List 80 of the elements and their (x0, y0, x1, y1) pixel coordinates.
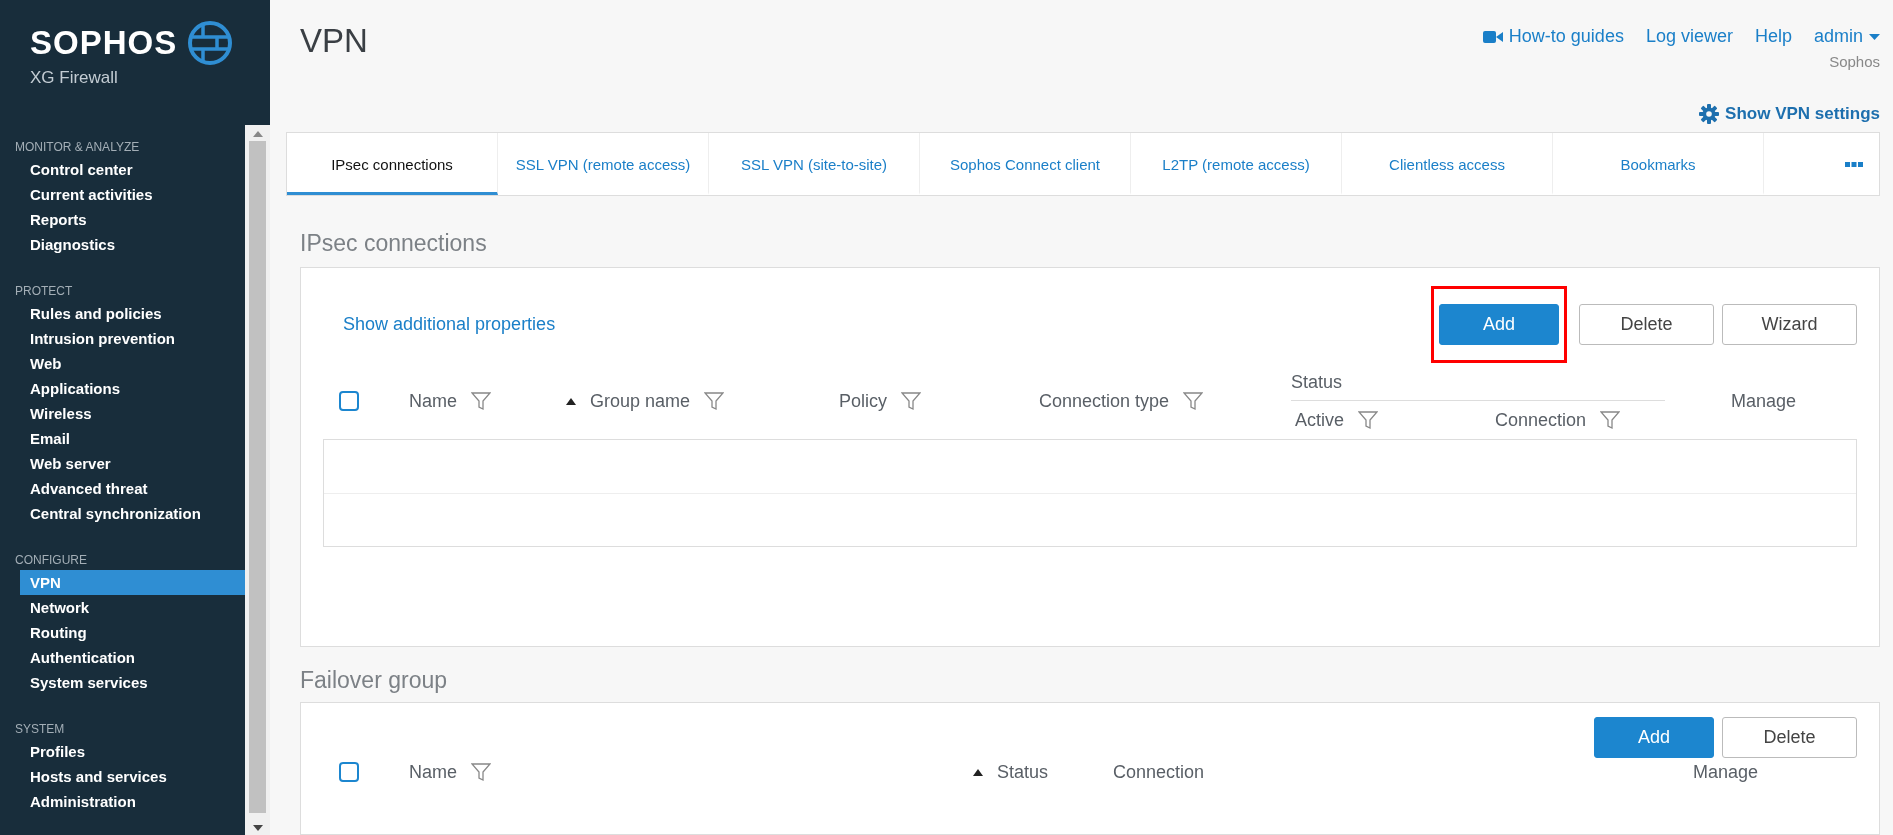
nav-section-title: SYSTEM (14, 721, 66, 738)
tab[interactable]: Sophos Connect client (920, 133, 1131, 195)
filter-icon[interactable] (1600, 410, 1621, 430)
header-link[interactable]: How-to guides (1482, 26, 1624, 47)
scroll-down-icon[interactable] (252, 825, 263, 831)
more-icon[interactable] (1845, 161, 1863, 167)
tab[interactable]: Clientless access (1342, 133, 1553, 195)
column-header: Connection (1495, 409, 1587, 431)
tab[interactable]: IPsec connections (287, 133, 498, 195)
column-header: Status (997, 761, 1049, 783)
nav-item[interactable]: Advanced threat (20, 476, 245, 501)
nav-item[interactable]: Intrusion prevention (20, 326, 245, 351)
nav-item[interactable]: Wireless (20, 401, 245, 426)
nav-item[interactable]: Current activities (20, 182, 245, 207)
action-button[interactable]: Delete (1722, 717, 1857, 758)
column-header: Name (409, 390, 457, 412)
column-header: Policy (839, 390, 887, 412)
nav-item[interactable]: Web (20, 351, 245, 376)
nav-item[interactable]: Central synchronization (20, 501, 245, 526)
filter-icon[interactable] (901, 391, 921, 411)
settings-icon (1699, 104, 1720, 124)
add-button[interactable]: Add (1439, 304, 1559, 345)
filter-icon[interactable] (704, 391, 725, 411)
firewall-globe-icon (187, 20, 234, 66)
action-button[interactable]: Wizard (1722, 304, 1857, 345)
column-header: Manage (1731, 390, 1797, 412)
nav-item[interactable]: Administration (20, 789, 245, 814)
nav-item[interactable]: Email (20, 426, 245, 451)
tab[interactable]: L2TP (remote access) (1131, 133, 1342, 195)
nav-item[interactable]: Profiles (20, 739, 245, 764)
nav-item[interactable]: Control center (20, 157, 245, 182)
select-all-checkbox[interactable] (339, 762, 359, 782)
nav-item[interactable]: Diagnostics (20, 232, 245, 257)
sort-up-icon[interactable] (973, 768, 983, 776)
column-header: Connection type (1039, 390, 1170, 412)
scroll-up-icon[interactable] (252, 131, 263, 137)
scrollbar[interactable] (245, 125, 270, 835)
brand-logo: SOPHOS (30, 24, 178, 62)
action-button[interactable]: Delete (1579, 304, 1714, 345)
user-menu[interactable]: admin (1813, 26, 1880, 47)
filter-icon[interactable] (471, 391, 491, 411)
nav-item[interactable]: Reports (20, 207, 245, 232)
product-name: XG Firewall (30, 68, 119, 88)
section-title: Failover group (300, 667, 449, 694)
video-camera-icon (1482, 29, 1503, 44)
nav-item[interactable]: Web server (20, 451, 245, 476)
header-link[interactable]: Help (1754, 26, 1792, 47)
caret-icon (1869, 33, 1880, 40)
tab[interactable]: SSL VPN (site-to-site) (709, 133, 920, 195)
column-header: Name (409, 761, 457, 783)
nav-item[interactable]: Rules and policies (20, 301, 245, 326)
header-link[interactable]: Log viewer (1645, 26, 1733, 47)
tab[interactable]: Bookmarks (1553, 133, 1764, 195)
nav-item[interactable]: Hosts and services (20, 764, 245, 789)
tab[interactable]: SSL VPN (remote access) (498, 133, 709, 195)
show-properties-link[interactable]: Show additional properties (343, 314, 556, 335)
nav-item[interactable]: Routing (20, 620, 245, 645)
filter-icon[interactable] (1183, 391, 1204, 411)
sort-up-icon[interactable] (566, 397, 576, 405)
column-header: Active (1295, 409, 1345, 431)
nav-item[interactable]: Network (20, 595, 245, 620)
nav-section-title: CONFIGURE (14, 552, 88, 569)
nav-item[interactable]: System services (20, 670, 245, 695)
column-header: Group name (590, 390, 691, 412)
filter-icon[interactable] (471, 762, 491, 782)
select-all-checkbox[interactable] (339, 391, 359, 411)
organization-name: Sophos (1829, 53, 1880, 70)
settings-link[interactable]: Show VPN settings (1699, 104, 1880, 124)
column-header: Connection (1113, 761, 1205, 783)
nav-item[interactable]: Authentication (20, 645, 245, 670)
nav-item[interactable]: VPN (20, 570, 245, 595)
nav-item[interactable]: Applications (20, 376, 245, 401)
add-button[interactable]: Add (1594, 717, 1714, 758)
nav-section-title: MONITOR & ANALYZE (14, 139, 141, 156)
section-title: IPsec connections (300, 230, 488, 257)
filter-icon[interactable] (1358, 410, 1379, 430)
page-title: VPN (300, 22, 368, 61)
column-header: Manage (1693, 761, 1759, 783)
column-group-header: Status (1291, 363, 1665, 401)
nav-section-title: PROTECT (14, 283, 74, 300)
